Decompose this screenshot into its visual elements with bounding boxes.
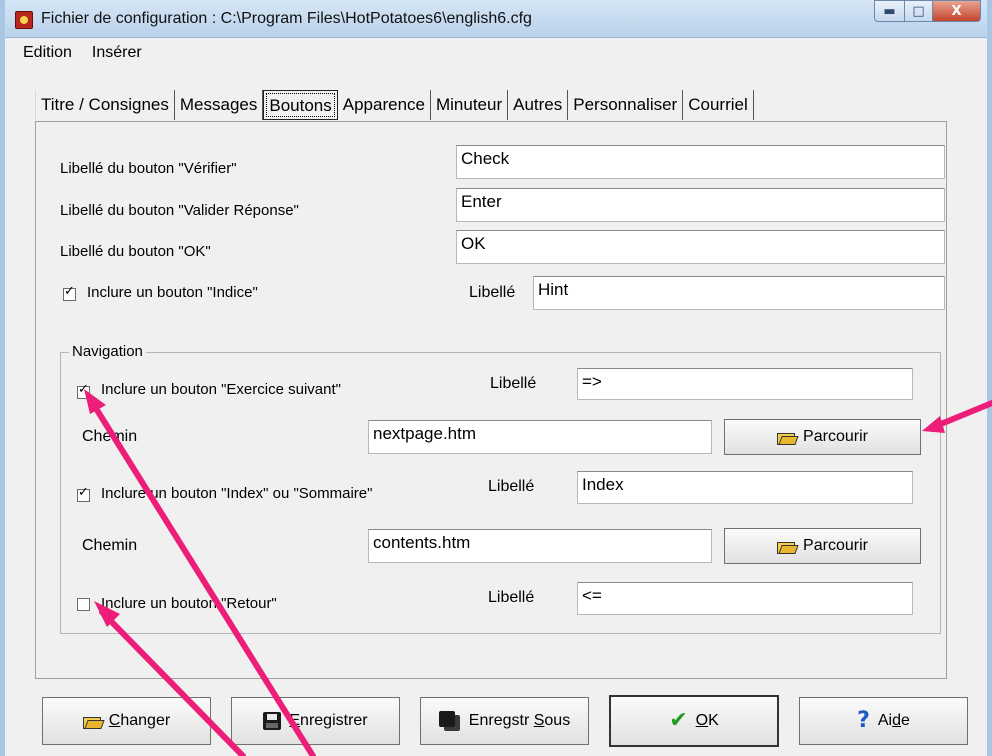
index-libelle-label: Libellé	[488, 478, 535, 495]
minimize-button[interactable]: ▬	[874, 0, 905, 22]
change-button[interactable]: Changer	[42, 697, 211, 745]
hotpotatoes-app-icon	[15, 11, 33, 29]
green-check-icon: ✔	[669, 708, 688, 733]
help-button[interactable]: ? Aide	[799, 697, 968, 745]
back-checkbox-label: Inclure un bouton "Retour"	[101, 595, 277, 612]
hint-libelle-label: Libellé	[469, 284, 516, 301]
hint-checkbox-label: Inclure un bouton "Indice"	[87, 284, 258, 301]
tab-titre-consignes[interactable]: Titre / Consignes	[35, 90, 175, 120]
enter-button-label: Libellé du bouton "Valider Réponse"	[60, 202, 299, 219]
enter-button-field[interactable]: Enter	[456, 188, 945, 222]
tab-messages[interactable]: Messages	[175, 90, 264, 120]
tab-minuteur[interactable]: Minuteur	[431, 90, 509, 120]
next-exercise-checkbox[interactable]: ✓	[77, 382, 90, 399]
hint-checkbox[interactable]: ✓	[63, 284, 76, 301]
check-button-field[interactable]: Check	[456, 145, 945, 179]
check-button-label: Libellé du bouton "Vérifier"	[60, 160, 237, 177]
help-question-icon: ?	[857, 708, 870, 733]
index-browse-button-label: Parcourir	[803, 537, 868, 554]
save-button[interactable]: Enregistrer	[231, 697, 400, 745]
ok-button-label: Libellé du bouton "OK"	[60, 243, 211, 260]
save-as-button-label: Enregstr Sous	[468, 712, 571, 729]
tab-boutons[interactable]: Boutons	[263, 90, 338, 120]
maximize-button[interactable]: □	[905, 0, 933, 22]
checkmark-icon: ✓	[64, 284, 75, 299]
next-browse-button[interactable]: Parcourir	[724, 419, 921, 455]
next-path-field[interactable]: nextpage.htm	[368, 420, 712, 454]
checkmark-icon: ✓	[78, 485, 89, 500]
next-browse-button-label: Parcourir	[803, 428, 868, 445]
change-button-label: Changer	[108, 712, 171, 729]
index-checkbox-label: Inclure un bouton "Index" ou "Sommaire"	[101, 485, 373, 502]
tab-personnaliser[interactable]: Personnaliser	[568, 90, 684, 120]
save-as-button[interactable]: Enregstr Sous	[420, 697, 589, 745]
window-title: Fichier de configuration : C:\Program Fi…	[41, 10, 532, 27]
floppy-disk-icon	[263, 712, 282, 730]
next-libelle-field[interactable]: =>	[577, 368, 913, 400]
title-bar[interactable]: Fichier de configuration : C:\Program Fi…	[5, 0, 987, 38]
back-libelle-field[interactable]: <=	[577, 582, 913, 615]
window-controls: ▬ □ X	[874, 0, 981, 24]
next-exercise-checkbox-label: Inclure un bouton "Exercice suivant"	[101, 381, 341, 398]
tab-apparence[interactable]: Apparence	[338, 90, 431, 120]
folder-open-icon	[777, 431, 796, 445]
save-as-icon	[438, 711, 461, 731]
tab-autres[interactable]: Autres	[508, 90, 569, 120]
ok-button[interactable]: ✔ OK	[609, 695, 779, 747]
back-checkbox[interactable]	[77, 598, 90, 611]
menu-inserer[interactable]: Insérer	[92, 44, 142, 70]
index-libelle-field[interactable]: Index	[577, 471, 913, 504]
navigation-group-title: Navigation	[69, 343, 146, 360]
index-path-label: Chemin	[82, 537, 138, 554]
index-checkbox[interactable]: ✓	[77, 485, 90, 502]
tab-courriel[interactable]: Courriel	[683, 90, 754, 120]
ok-button-label: OK	[695, 712, 719, 729]
next-libelle-label: Libellé	[490, 375, 537, 392]
menu-bar: Edition Insérer	[5, 44, 142, 70]
folder-open-icon	[82, 715, 101, 729]
save-button-label: Enregistrer	[289, 712, 368, 729]
hint-libelle-field[interactable]: Hint	[533, 276, 945, 310]
index-browse-button[interactable]: Parcourir	[724, 528, 921, 564]
back-libelle-label: Libellé	[488, 589, 535, 606]
index-path-field[interactable]: contents.htm	[368, 529, 712, 563]
checkmark-icon: ✓	[78, 382, 89, 397]
next-path-label: Chemin	[82, 428, 138, 445]
config-window: Fichier de configuration : C:\Program Fi…	[0, 0, 992, 756]
ok-button-field[interactable]: OK	[456, 230, 945, 264]
close-button[interactable]: X	[933, 0, 981, 22]
menu-edition[interactable]: Edition	[23, 44, 72, 70]
tab-strip: Titre / Consignes Messages Boutons Appar…	[35, 90, 754, 122]
folder-open-icon	[777, 540, 796, 554]
help-button-label: Aide	[877, 712, 910, 729]
